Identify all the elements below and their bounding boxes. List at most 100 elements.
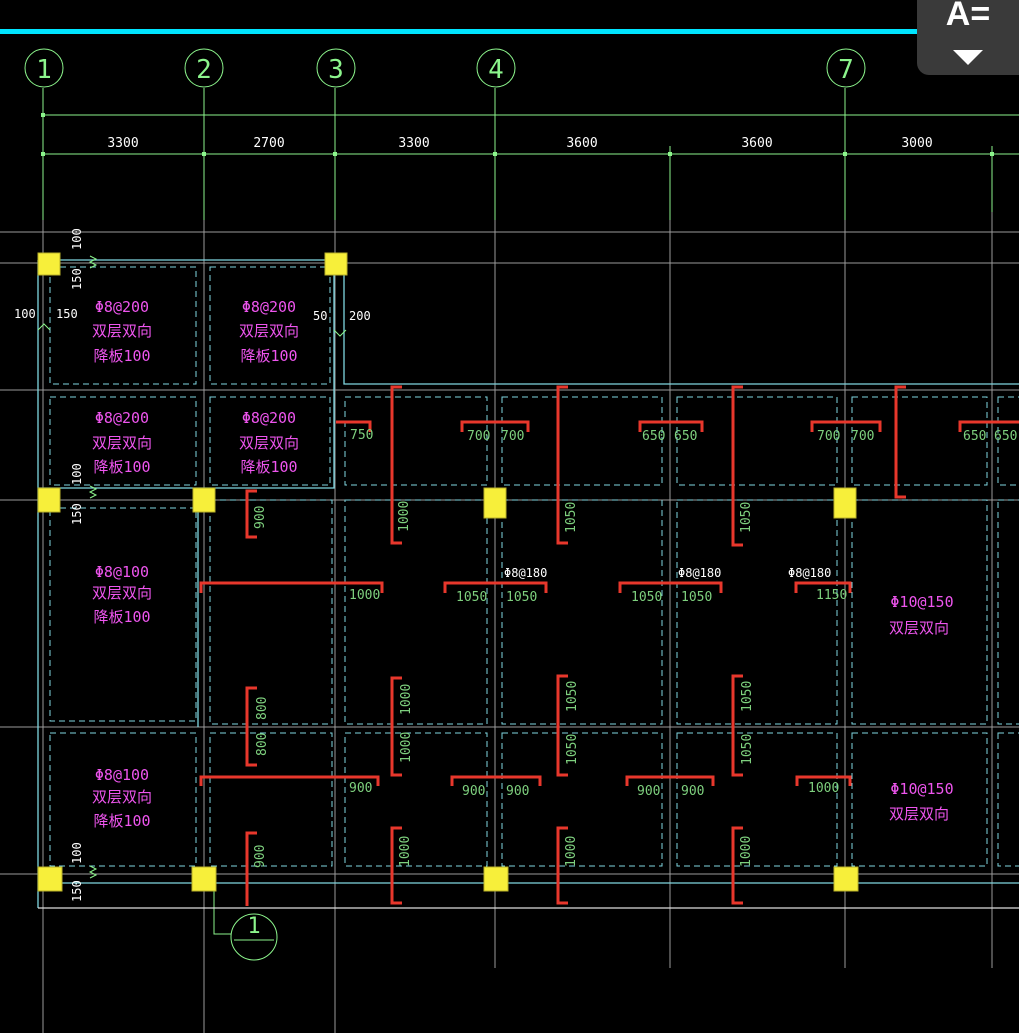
dropdown-button[interactable] <box>917 40 1019 76</box>
span-dim: 3600 <box>741 136 772 151</box>
slab-rebar-label: Φ8@200 <box>95 298 149 316</box>
column <box>192 487 216 513</box>
text-style-label: A= <box>945 0 991 33</box>
rebar-dimensions: 750 700 700 650 650 700 700 650 650 900 … <box>253 428 1017 868</box>
rebar-dim: 650 <box>642 429 665 444</box>
grid-lines <box>0 90 1019 1033</box>
edge-dim: 150 <box>56 307 78 321</box>
edge-dimensions: 100 150 100 150 100 150 100 150 50 200 <box>14 228 371 902</box>
edge-dim: 200 <box>349 309 371 323</box>
edge-dim: 100 <box>70 228 84 250</box>
slab-rebar-label: Φ8@100 <box>95 766 149 784</box>
edge-dim: 100 <box>70 842 84 864</box>
rebar-dim: 900 <box>506 784 529 799</box>
span-dimensions: 3300 2700 3300 3600 3600 3000 <box>107 136 932 151</box>
dimension-ticks <box>41 113 994 156</box>
section-marker-label: 1 <box>247 914 260 939</box>
triangle-down-icon <box>953 50 983 65</box>
rebar-dim: 1000 <box>808 781 839 796</box>
bar-labels: Φ8@180 Φ8@180 Φ8@180 <box>504 566 831 580</box>
axis-label: 4 <box>488 55 504 85</box>
slab-drop-label: 降板100 <box>240 458 297 476</box>
columns <box>37 252 859 892</box>
bar-label: Φ8@180 <box>788 566 831 580</box>
rebar-dim: 1050 <box>740 734 755 765</box>
text-style-button[interactable]: A= <box>917 0 1019 34</box>
span-dim: 3600 <box>566 136 597 151</box>
rebar-dim: 750 <box>350 428 373 443</box>
rebar-dim: 1000 <box>397 501 412 532</box>
column <box>483 866 509 892</box>
slab-drop-label: 降板100 <box>93 458 150 476</box>
edge-dim: 100 <box>70 463 84 485</box>
edge-dim: 100 <box>14 307 36 321</box>
rebar-dim: 900 <box>637 784 660 799</box>
rebar-dim: 1050 <box>739 502 754 533</box>
rebar-dim: 1000 <box>739 836 754 867</box>
break-symbols <box>37 255 347 879</box>
slab-rebar-label: Φ8@200 <box>95 409 149 427</box>
span-dim: 3300 <box>107 136 138 151</box>
span-dim: 2700 <box>253 136 284 151</box>
axis-label: 1 <box>36 55 52 85</box>
column <box>483 487 507 519</box>
column <box>324 252 348 276</box>
cad-viewport[interactable]: 1 2 3 4 7 1 3300 2700 3300 3600 3600 300… <box>0 0 1019 1033</box>
rebar-dim: 1050 <box>681 590 712 605</box>
slab-layer-label: 双层双向 <box>92 434 152 452</box>
slab-layer-label: 双层双向 <box>889 619 949 637</box>
slab-layer-label: 双层双向 <box>889 805 949 823</box>
rebar-dim: 1050 <box>456 590 487 605</box>
edge-dim: 150 <box>70 880 84 902</box>
axis-label: 7 <box>838 55 854 85</box>
floor-slab-plan[interactable]: 1 2 3 4 7 1 3300 2700 3300 3600 3600 300… <box>0 0 1019 1033</box>
column <box>37 487 61 513</box>
slab-layer-label: 双层双向 <box>239 322 299 340</box>
slab-labels: Φ8@200 双层双向 降板100 Φ8@200 双层双向 降板100 Φ8@2… <box>92 298 954 830</box>
rebar-dim: 800 <box>255 697 270 720</box>
column <box>37 866 63 892</box>
rebar-mark <box>894 385 906 499</box>
rebar-dim: 1050 <box>631 590 662 605</box>
rebar-marks <box>199 385 1019 906</box>
section-leader <box>213 890 231 935</box>
edge-dim: 150 <box>70 503 84 525</box>
rebar-dim: 900 <box>462 784 485 799</box>
rebar-dim: 700 <box>851 429 874 444</box>
slab-layer-label: 双层双向 <box>92 788 152 806</box>
edge-dim: 150 <box>70 268 84 290</box>
top-bar <box>0 29 930 34</box>
bar-label: Φ8@180 <box>504 566 547 580</box>
column <box>833 487 857 519</box>
column <box>191 866 217 892</box>
rebar-mark <box>245 831 257 906</box>
slab-drop-label: 降板100 <box>240 347 297 365</box>
span-dim: 3300 <box>398 136 429 151</box>
rebar-dim: 700 <box>501 429 524 444</box>
dimension-lines <box>24 48 1019 961</box>
rebar-dim: 650 <box>674 429 697 444</box>
rebar-dim: 1050 <box>565 734 580 765</box>
column <box>37 252 61 276</box>
rebar-dim: 1050 <box>565 681 580 712</box>
slab-rebar-label: Φ10@150 <box>890 593 953 611</box>
rebar-dim: 1000 <box>564 836 579 867</box>
slab-drop-label: 降板100 <box>93 812 150 830</box>
rebar-dim: 900 <box>253 506 268 529</box>
rebar-dim: 800 <box>255 733 270 756</box>
bar-label: Φ8@180 <box>678 566 721 580</box>
rebar-dim: 700 <box>467 429 490 444</box>
slab-drop-label: 降板100 <box>93 347 150 365</box>
rebar-dim: 1050 <box>564 502 579 533</box>
slab-rebar-label: Φ8@200 <box>242 409 296 427</box>
slab-rebar-label: Φ10@150 <box>890 780 953 798</box>
slab-rebar-label: Φ8@100 <box>95 563 149 581</box>
rebar-dim: 1050 <box>740 681 755 712</box>
rebar-dim: 1000 <box>398 836 413 867</box>
rebar-dim: 1000 <box>399 684 414 715</box>
slab-layer-label: 双层双向 <box>92 584 152 602</box>
rebar-dim: 650 <box>963 429 986 444</box>
slab-layer-label: 双层双向 <box>92 322 152 340</box>
span-dim: 3000 <box>901 136 932 151</box>
rebar-dim: 1050 <box>506 590 537 605</box>
